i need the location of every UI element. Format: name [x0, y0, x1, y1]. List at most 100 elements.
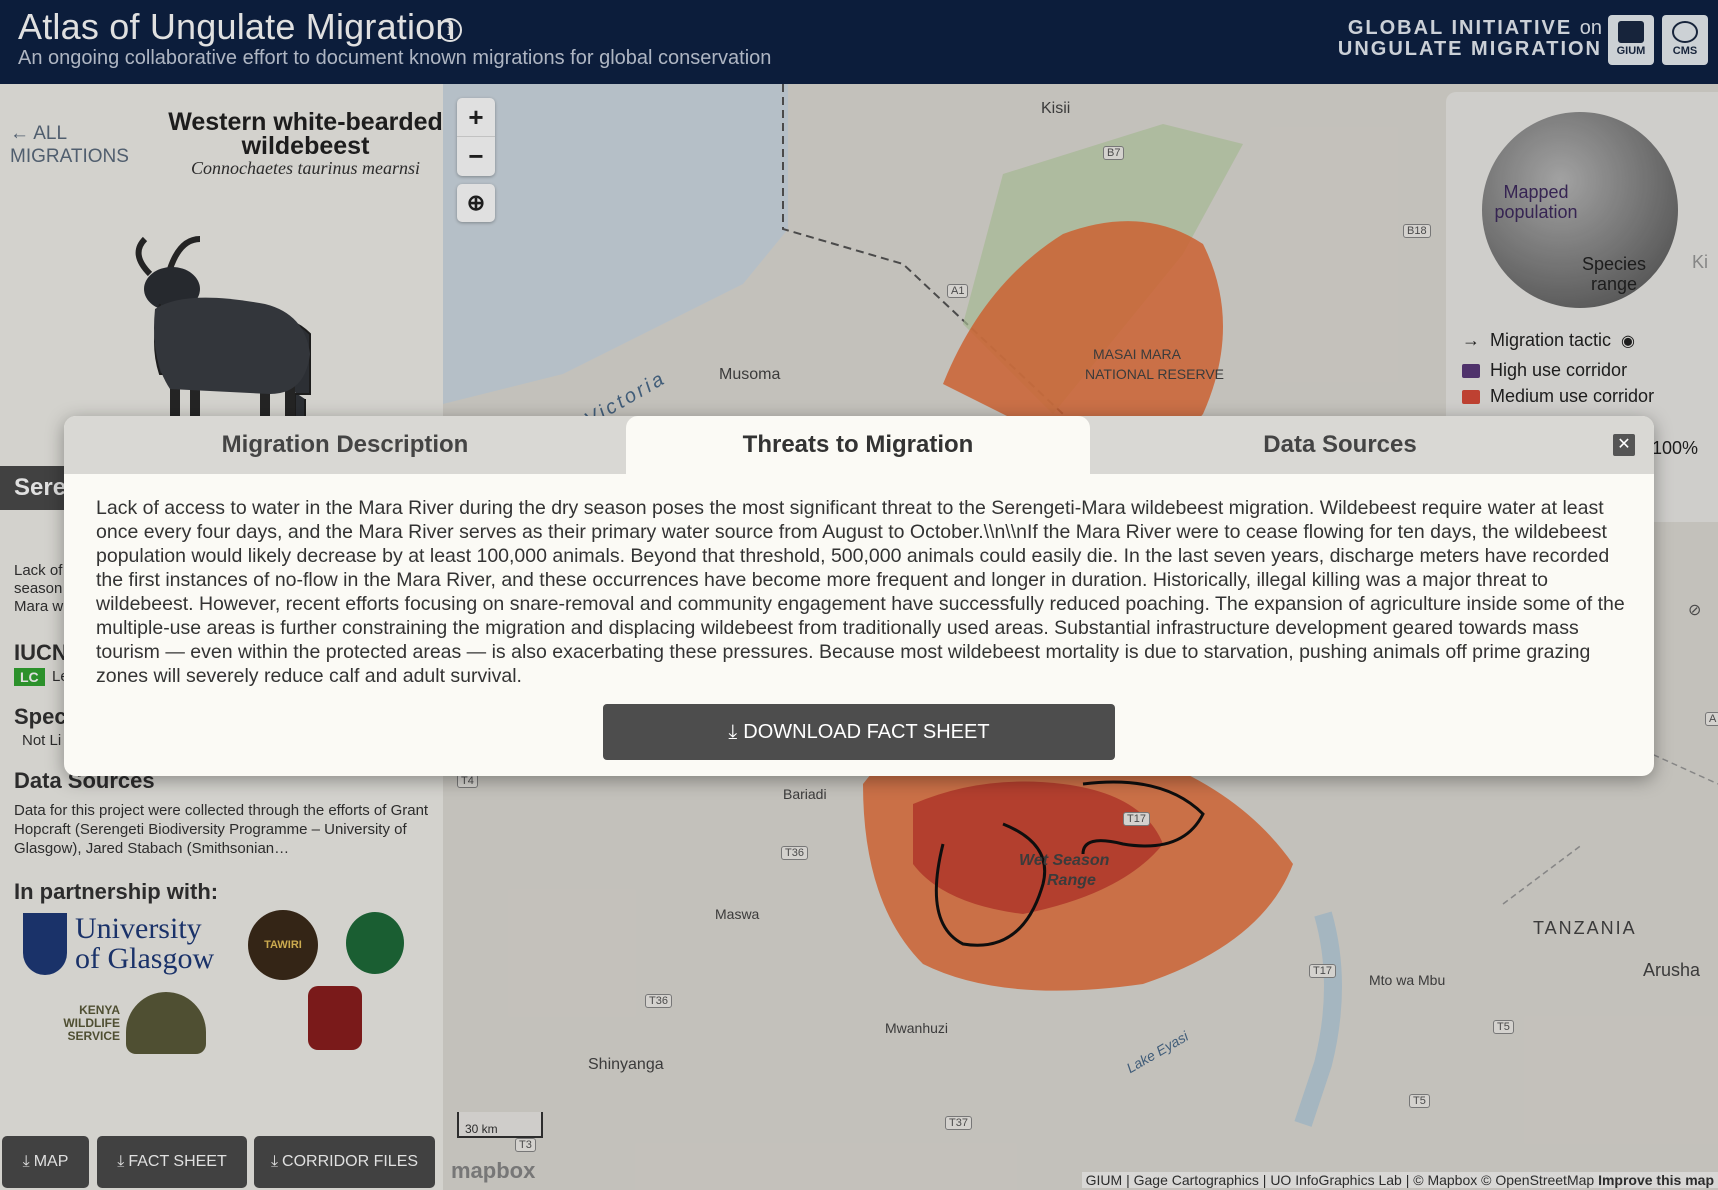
road-t3: T3	[515, 1138, 536, 1152]
road-a: A	[1705, 712, 1718, 726]
kws-text: KENYA WILDLIFE SERVICE	[63, 1002, 120, 1043]
corridor-files-download-button[interactable]: ⤓ CORRIDOR FILES	[254, 1136, 435, 1188]
download-icon: ⤓	[270, 1153, 279, 1170]
legend-medium-use: Medium use corridor	[1462, 386, 1654, 407]
zoom-in-button[interactable]: +	[457, 98, 495, 136]
medium-use-swatch	[1462, 389, 1480, 404]
fact-sheet-button-label: FACT SHEET	[128, 1153, 227, 1170]
org-line2: UNGULATE MIGRATION	[1337, 38, 1602, 60]
road-t36: T36	[781, 846, 808, 860]
species-status-heading: Spec	[14, 704, 67, 729]
high-use-swatch	[1462, 363, 1480, 378]
kenya-crest-logo[interactable]	[308, 986, 362, 1050]
close-icon[interactable]: ✕	[1613, 434, 1635, 456]
road-t37: T37	[945, 1116, 972, 1130]
download-icon: ⤓	[22, 1153, 30, 1170]
place-bariadi: Bariadi	[783, 786, 827, 802]
iucn-status-badge: LC	[14, 668, 45, 686]
app-title: Atlas of Ungulate Migration	[18, 6, 456, 47]
globe-mapped-label: Mapped population	[1494, 182, 1578, 222]
tawiri-logo-text: TAWIRI	[264, 939, 302, 951]
legend-medium-label: Medium use corridor	[1490, 386, 1655, 406]
road-a1: A1	[947, 284, 969, 298]
improve-map-link[interactable]: Improve this map	[1598, 1172, 1714, 1188]
species-header: Western white-bearded wildebeest Connoch…	[168, 106, 443, 190]
road-t17-b: T17	[1309, 964, 1336, 978]
modal-tabs: Migration Description Threats to Migrati…	[64, 416, 1654, 474]
tanapa-logo[interactable]	[346, 912, 404, 974]
tab-data-sources[interactable]: Data Sources	[1090, 416, 1590, 474]
species-scientific-name: Connochaetes taurinus mearnsi	[191, 158, 420, 178]
giu-logo-text: GIUM	[1616, 45, 1646, 57]
lake-eyasi-water	[1294, 911, 1342, 1127]
place-tanzania: TANZANIA	[1533, 918, 1637, 938]
road-b18: B18	[1403, 224, 1431, 238]
threats-text: Lack of access to water in the Mara Rive…	[96, 497, 1625, 687]
legend-high-use: High use corridor	[1462, 360, 1627, 381]
legend-migration-tactic[interactable]: → Migration tactic ◉	[1462, 330, 1635, 351]
scale-label: 30 km	[465, 1122, 498, 1136]
place-mto-wa-mbu: Mto wa Mbu	[1369, 972, 1446, 988]
globe-toggle[interactable]: ⊕	[457, 184, 495, 222]
org-line1: GLOBAL INITIATIVE	[1347, 17, 1573, 39]
map-attribution: GIUM | Gage Cartographics | UO InfoGraph…	[1081, 1172, 1718, 1188]
place-musoma: Musoma	[719, 366, 781, 383]
fact-sheet-download-button[interactable]: ⤓ FACT SHEET	[97, 1136, 247, 1188]
download-fact-sheet-button[interactable]: ⤓ DOWNLOAD FACT SHEET	[603, 704, 1115, 760]
place-wet-season-range: Range	[1047, 872, 1096, 889]
legend-eye-off[interactable]: ⊘	[1688, 600, 1701, 620]
sidebar-tab-label: Sere	[14, 474, 67, 501]
glasgow-logo[interactable]: University of Glasgow	[18, 910, 230, 978]
legend-high-label: High use corridor	[1490, 360, 1628, 380]
glasgow-wordmark: University of Glasgow	[75, 912, 215, 975]
zoom-controls: + −	[457, 98, 495, 176]
tab-migration-description[interactable]: Migration Description	[64, 416, 626, 474]
download-icon: ⤓	[728, 720, 738, 743]
all-migrations-link[interactable]: ← ALL MIGRATIONS	[10, 122, 140, 168]
download-icon: ⤓	[117, 1153, 125, 1170]
place-wet-season: Wet Season	[1019, 852, 1110, 869]
legend-percent-value: 100%	[1652, 438, 1699, 458]
mapbox-logo[interactable]: mapbox	[451, 1158, 535, 1184]
eye-icon[interactable]: ◉	[1621, 331, 1635, 351]
species-common-name: Western white-bearded wildebeest	[168, 108, 443, 160]
glasgow-crest-icon	[23, 913, 67, 975]
info-icon[interactable]: i	[438, 18, 462, 42]
threats-modal: Migration Description Threats to Migrati…	[64, 416, 1654, 776]
app-subtitle: An ongoing collaborative effort to docum…	[18, 47, 772, 69]
zoom-out-button[interactable]: −	[457, 136, 495, 174]
place-arusha: Arusha	[1643, 960, 1701, 980]
partners-heading: In partnership with:	[14, 879, 219, 904]
org-name[interactable]: GLOBAL INITIATIVE on UNGULATE MIGRATION	[1338, 18, 1602, 60]
tab-threats-to-migration[interactable]: Threats to Migration	[626, 416, 1090, 474]
road-t17: T17	[1123, 812, 1150, 826]
place-masai-mara: MASAI MARA	[1093, 346, 1181, 362]
place-national-reserve: NATIONAL RESERVE	[1085, 366, 1225, 382]
road-t5: T5	[1493, 1020, 1514, 1034]
download-button-label: DOWNLOAD FACT SHEET	[743, 720, 990, 743]
iucn-heading: IUCN	[14, 640, 68, 665]
cms-logo[interactable]: CMS	[1662, 15, 1708, 65]
place-kisii: Kisii	[1041, 100, 1071, 117]
kws-logo[interactable]: KENYA WILDLIFE SERVICE	[58, 990, 208, 1056]
map-button-label: MAP	[33, 1153, 69, 1170]
road-b7: B7	[1103, 146, 1125, 160]
eye-off-icon: ⊘	[1688, 602, 1702, 619]
place-mwanhuzi: Mwanhuzi	[885, 1020, 949, 1036]
globe-ki-label: Ki	[1692, 252, 1709, 272]
corridor-files-button-label: CORRIDOR FILES	[282, 1153, 419, 1170]
giu-logo[interactable]: GIUM	[1608, 15, 1654, 65]
data-sources-text: Data for this project were collected thr…	[14, 802, 429, 857]
arrow-right-icon: →	[1462, 330, 1480, 350]
place-shinyanga: Shinyanga	[588, 1056, 664, 1073]
cms-logo-text: CMS	[1672, 45, 1698, 57]
road-t4: T4	[457, 774, 478, 788]
legend-tactic-label: Migration tactic	[1490, 330, 1612, 350]
map-download-button[interactable]: ⤓ MAP	[2, 1136, 89, 1188]
org-on: on	[1579, 17, 1602, 39]
elephant-icon	[126, 992, 206, 1054]
attribution-text[interactable]: GIUM | Gage Cartographics | UO InfoGraph…	[1086, 1172, 1595, 1188]
tawiri-logo[interactable]: TAWIRI	[248, 910, 318, 980]
scale-bar: 30 km	[457, 1112, 543, 1138]
road-t36-b: T36	[645, 994, 672, 1008]
